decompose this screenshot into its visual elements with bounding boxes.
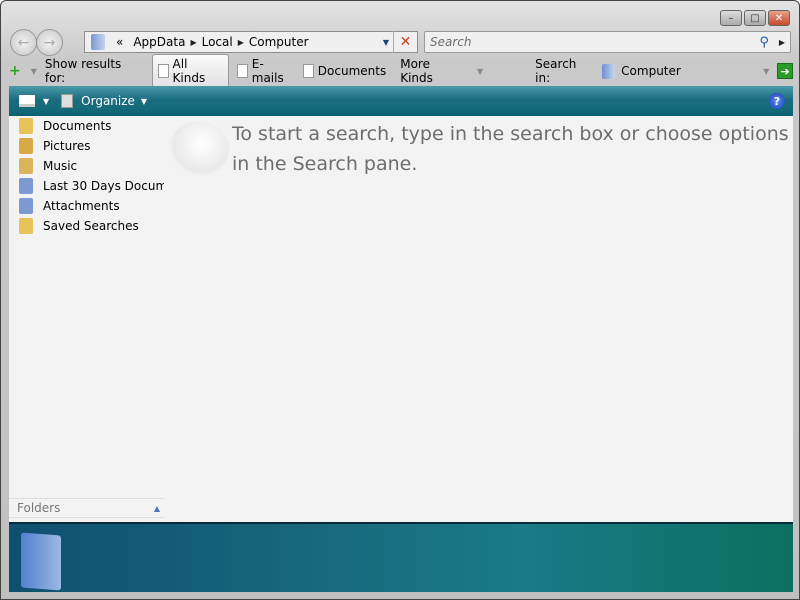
chevron-right-icon[interactable]: ▶ — [779, 38, 785, 47]
organize-button[interactable]: Organize ▼ — [61, 94, 147, 108]
chevron-right-icon[interactable]: ▶ — [190, 38, 196, 47]
chevron-right-icon[interactable]: ▶ — [238, 38, 244, 47]
caption-buttons: – □ ✕ — [720, 10, 790, 26]
breadcrumb-local[interactable]: Local — [202, 35, 233, 49]
navigation-pane: Documents Pictures Music Last 30 Days Do… — [9, 116, 164, 522]
document-icon — [302, 64, 314, 78]
clear-search-button[interactable]: ✕ — [393, 31, 417, 53]
kind-emails-button[interactable]: E-mails — [236, 57, 295, 85]
address-bar[interactable]: « AppData ▶ Local ▶ Computer ▼ ✕ — [84, 31, 418, 53]
folders-toggle[interactable]: Folders ▲ — [9, 498, 164, 518]
chevron-down-icon: ▼ — [763, 66, 770, 76]
command-bar: ▼ Organize ▼ ? — [9, 86, 793, 116]
saved-search-icon — [19, 178, 33, 194]
search-in-dropdown[interactable]: Computer ▼ — [602, 63, 770, 79]
search-in-label: Search in: — [535, 57, 577, 85]
organize-icon — [61, 94, 74, 108]
folder-icon — [19, 218, 33, 234]
sidebar-item-last-30-days[interactable]: Last 30 Days Documents — [9, 176, 164, 196]
chevron-down-icon[interactable]: ▼ — [31, 67, 37, 76]
document-icon — [157, 64, 169, 78]
sidebar-item-attachments[interactable]: Attachments — [9, 196, 164, 216]
sidebar-item-pictures[interactable]: Pictures — [9, 136, 164, 156]
folder-icon — [19, 138, 33, 154]
show-results-label: Show results for: — [44, 57, 122, 85]
kind-label: E-mails — [251, 57, 284, 85]
organize-label: Organize — [81, 94, 135, 108]
chevron-up-icon: ▲ — [153, 503, 160, 513]
forward-button[interactable]: → — [36, 29, 63, 56]
kind-documents-button[interactable]: Documents — [302, 64, 387, 78]
more-kinds-label: More Kinds — [400, 57, 433, 85]
chevron-down-icon: ▼ — [477, 66, 484, 76]
sidebar-item-label: Music — [43, 159, 78, 173]
folders-label: Folders — [17, 501, 61, 515]
search-watermark-icon — [169, 121, 229, 177]
search-placeholder: Search — [430, 35, 472, 49]
kind-label: Documents — [317, 64, 387, 78]
sidebar-item-label: Pictures — [43, 139, 91, 153]
sidebar-item-documents[interactable]: Documents — [9, 116, 164, 136]
folder-icon — [19, 118, 33, 134]
folder-icon — [19, 158, 33, 174]
kind-all-button[interactable]: All Kinds — [151, 54, 229, 88]
chevron-down-icon: ▼ — [140, 96, 148, 106]
breadcrumb-overflow[interactable]: « — [116, 35, 123, 49]
computer-folder-icon — [91, 34, 105, 50]
sidebar-item-music[interactable]: Music — [9, 156, 164, 176]
saved-search-icon — [19, 198, 33, 214]
search-filter-bar: + ▼ Show results for: All Kinds E-mails … — [9, 54, 794, 88]
content-area: Documents Pictures Music Last 30 Days Do… — [9, 116, 793, 522]
kind-label: All Kinds — [172, 57, 206, 85]
add-icon[interactable]: + — [9, 63, 21, 79]
search-icon[interactable]: ⚲ — [759, 35, 769, 50]
back-button[interactable]: ← — [10, 29, 37, 56]
search-in-value: Computer — [621, 64, 681, 78]
details-pane — [9, 522, 793, 592]
breadcrumb-computer[interactable]: Computer — [249, 35, 309, 49]
search-input[interactable]: Search ⚲ ▶ — [424, 31, 791, 53]
more-kinds-button[interactable]: More Kinds ▼ — [400, 57, 483, 85]
close-button[interactable]: ✕ — [768, 10, 790, 26]
go-arrow-icon[interactable]: ➔ — [777, 63, 794, 79]
sidebar-item-label: Last 30 Days Documents — [43, 179, 164, 193]
sidebar-item-label: Attachments — [43, 199, 120, 213]
sidebar-item-saved-searches[interactable]: Saved Searches — [9, 216, 164, 236]
chevron-down-icon[interactable]: ▼ — [43, 97, 49, 106]
maximize-button[interactable]: □ — [744, 10, 766, 26]
sidebar-item-label: Documents — [43, 119, 112, 133]
chevron-down-icon[interactable]: ▼ — [383, 38, 389, 47]
breadcrumb-appdata[interactable]: AppData — [133, 35, 185, 49]
folder-icon — [21, 532, 61, 591]
empty-search-message: To start a search, type in the search bo… — [232, 123, 789, 175]
explorer-window: – □ ✕ ← → « AppData ▶ Local ▶ Computer ▼… — [0, 0, 800, 600]
sidebar-item-label: Saved Searches — [43, 219, 139, 233]
computer-icon — [602, 63, 616, 79]
layout-icon[interactable] — [19, 95, 35, 107]
minimize-button[interactable]: – — [720, 10, 742, 26]
document-icon — [236, 64, 248, 78]
help-icon[interactable]: ? — [769, 93, 785, 109]
